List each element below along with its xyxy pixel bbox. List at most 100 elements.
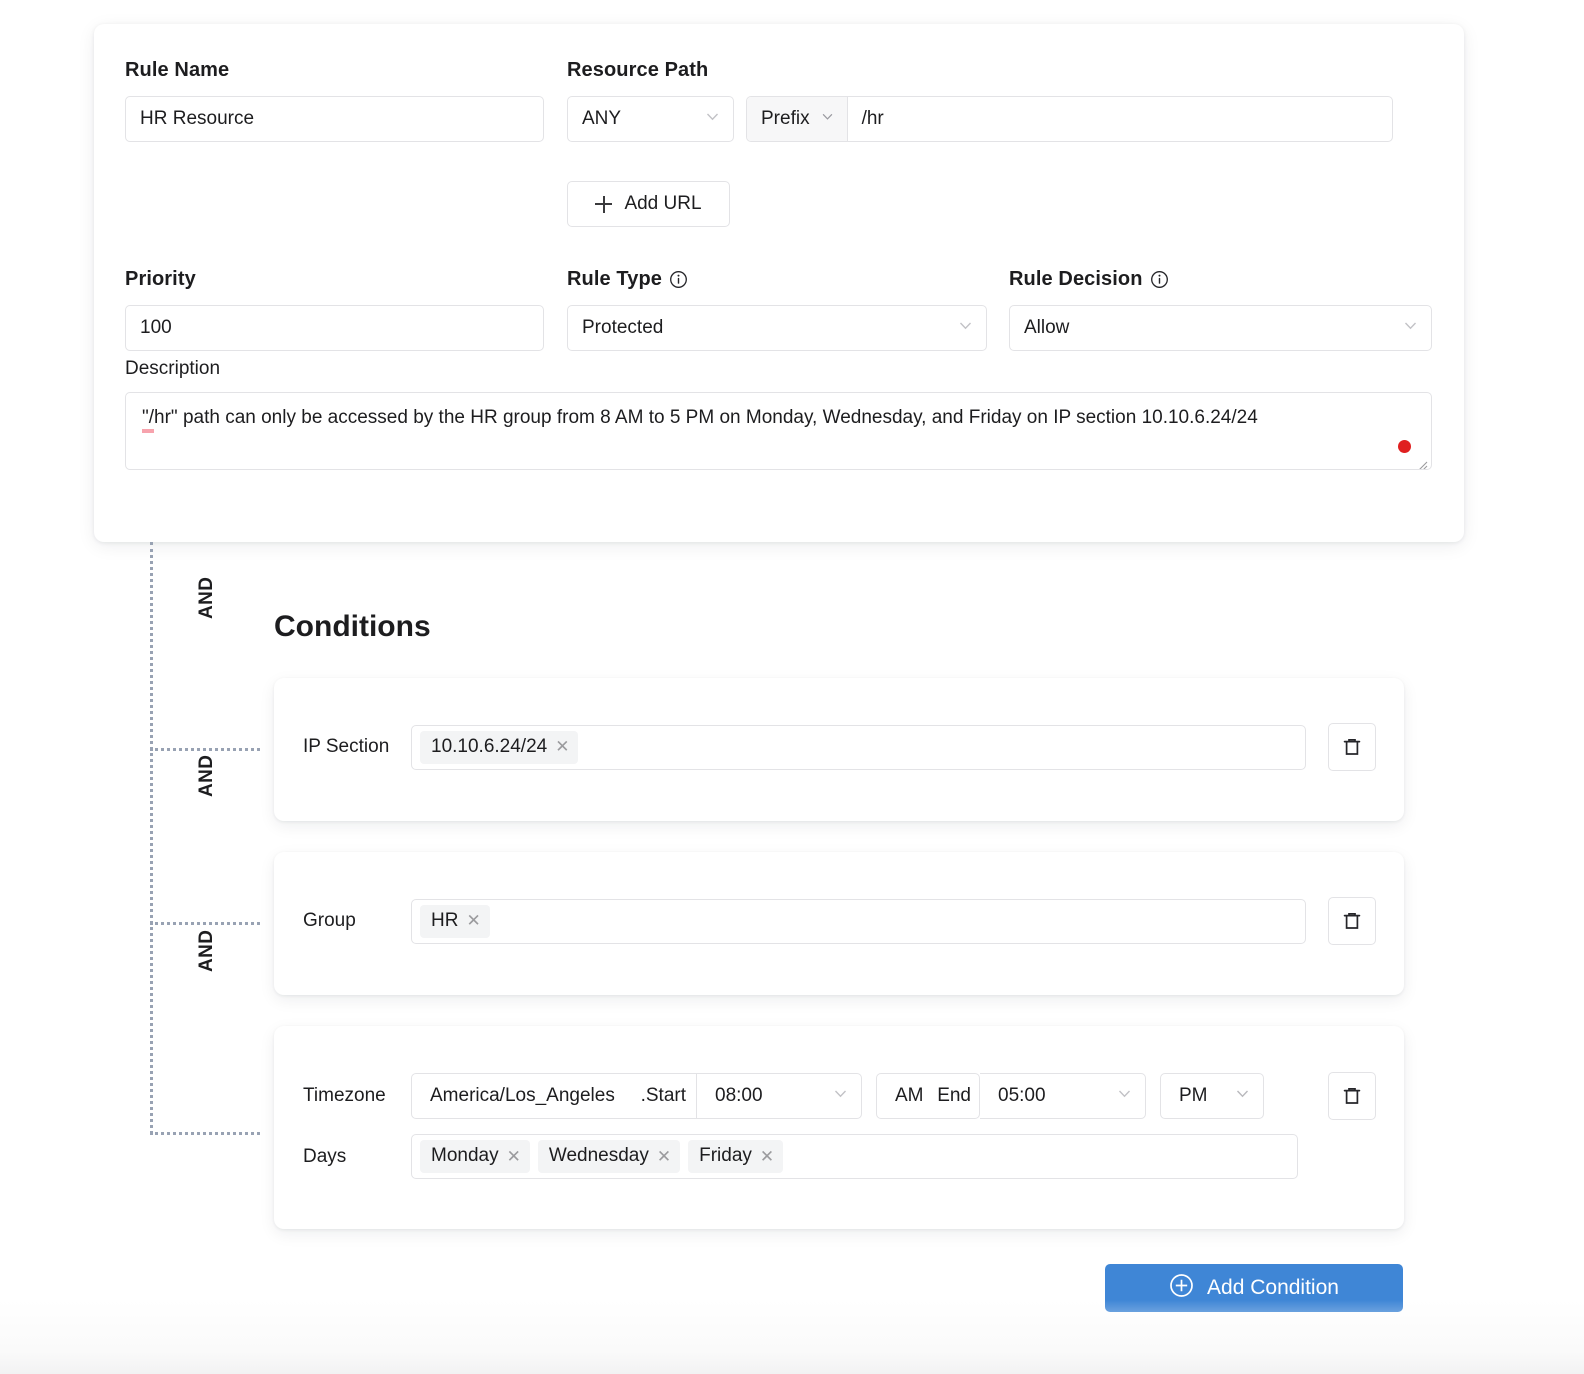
condition-connector-line bbox=[150, 542, 153, 1134]
path-value-text: /hr bbox=[861, 108, 884, 129]
condition-connector-branch bbox=[150, 1132, 260, 1135]
info-icon[interactable] bbox=[669, 270, 688, 289]
rule-name-label: Rule Name bbox=[125, 58, 229, 82]
condition-label-timezone: Timezone bbox=[303, 1085, 386, 1106]
remove-tag-icon[interactable]: ✕ bbox=[657, 1148, 671, 1165]
rule-editor-page: Rule Name HR Resource Resource Path ANY … bbox=[0, 0, 1584, 1374]
tag-label: 10.10.6.24/24 bbox=[431, 735, 548, 757]
end-time-value: 05:00 bbox=[998, 1085, 1046, 1106]
tag-label: HR bbox=[431, 909, 459, 931]
plus-icon bbox=[595, 195, 613, 213]
remove-tag-icon[interactable]: ✕ bbox=[466, 912, 480, 929]
chevron-down-icon bbox=[1402, 317, 1419, 340]
chevron-down-icon bbox=[704, 108, 721, 131]
delete-condition-button[interactable] bbox=[1328, 897, 1376, 945]
tag-day[interactable]: Monday ✕ bbox=[420, 1140, 530, 1173]
add-url-button[interactable]: Add URL bbox=[567, 181, 730, 227]
conditions-heading: Conditions bbox=[274, 610, 431, 643]
tag-ip-section[interactable]: 10.10.6.24/24 ✕ bbox=[420, 730, 579, 764]
rule-decision-label-text: Rule Decision bbox=[1009, 268, 1143, 290]
condition-label-days: Days bbox=[303, 1145, 347, 1167]
path-match-kind-value: Prefix bbox=[761, 108, 810, 129]
rule-name-value: HR Resource bbox=[140, 108, 255, 129]
chevron-down-icon bbox=[832, 1085, 849, 1108]
tag-label: Monday bbox=[431, 1145, 499, 1166]
rule-type-value: Protected bbox=[582, 317, 664, 338]
and-operator-label: AND bbox=[196, 576, 217, 619]
rule-name-input[interactable]: HR Resource bbox=[125, 96, 544, 142]
info-icon[interactable] bbox=[1150, 270, 1169, 289]
description-spellcheck-fragment: "/ bbox=[142, 407, 155, 433]
rule-decision-value: Allow bbox=[1024, 317, 1070, 338]
rule-type-label-text: Rule Type bbox=[567, 268, 662, 290]
priority-label-text: Priority bbox=[125, 268, 196, 290]
condition-connector-branch bbox=[150, 748, 260, 751]
resize-grip-icon[interactable] bbox=[1414, 453, 1428, 469]
trash-icon bbox=[1343, 913, 1361, 929]
end-time-select[interactable]: 05:00 bbox=[980, 1073, 1146, 1119]
and-operator-label: AND bbox=[196, 929, 217, 972]
priority-value: 100 bbox=[140, 317, 172, 338]
add-condition-button[interactable]: Add Condition bbox=[1105, 1264, 1403, 1312]
priority-label: Priority bbox=[125, 267, 196, 291]
description-textarea[interactable]: "/hr" path can only be accessed by the H… bbox=[125, 392, 1432, 470]
http-method-select[interactable]: ANY bbox=[567, 96, 734, 142]
chevron-down-icon bbox=[957, 317, 974, 340]
add-condition-label: Add Condition bbox=[1207, 1276, 1339, 1299]
condition-card-schedule: Timezone America/Los_Angeles .Start 08:0… bbox=[274, 1026, 1404, 1229]
delete-condition-button[interactable] bbox=[1328, 723, 1376, 771]
schedule-time-group: America/Los_Angeles .Start 08:00 AM End … bbox=[411, 1073, 1306, 1119]
tag-label: Friday bbox=[699, 1145, 752, 1166]
and-operator-label: AND bbox=[196, 754, 217, 797]
rule-decision-select[interactable]: Allow bbox=[1009, 305, 1432, 351]
status-dot-icon bbox=[1398, 440, 1411, 453]
days-tag-input[interactable]: Monday ✕ Wednesday ✕ Friday ✕ bbox=[411, 1134, 1298, 1179]
priority-input[interactable]: 100 bbox=[125, 305, 544, 351]
condition-connector-branch bbox=[150, 922, 260, 925]
condition-card-ip-section: IP Section 10.10.6.24/24 ✕ bbox=[274, 678, 1404, 821]
chevron-down-icon bbox=[950, 1085, 967, 1108]
description-label: Description bbox=[125, 358, 221, 379]
condition-card-group: Group HR ✕ bbox=[274, 852, 1404, 995]
chevron-down-icon bbox=[820, 108, 835, 130]
conditions-section: AND AND AND Conditions IP Section 10.10.… bbox=[0, 542, 1584, 1332]
start-label: .Start bbox=[640, 1085, 686, 1106]
start-time-value: 08:00 bbox=[715, 1085, 763, 1106]
rule-name-label-text: Rule Name bbox=[125, 59, 230, 81]
resource-path-group: ANY Prefix /hr bbox=[567, 96, 1393, 142]
resource-path-label: Resource Path bbox=[567, 58, 708, 82]
timezone-select[interactable]: America/Los_Angeles .Start bbox=[411, 1073, 696, 1119]
group-tag-input[interactable]: HR ✕ bbox=[411, 898, 1306, 944]
trash-icon bbox=[1343, 739, 1361, 755]
end-meridiem-select[interactable]: PM bbox=[1160, 1073, 1264, 1119]
remove-tag-icon[interactable]: ✕ bbox=[760, 1148, 774, 1165]
start-time-select[interactable]: 08:00 bbox=[696, 1073, 862, 1119]
chevron-down-icon bbox=[1116, 1085, 1133, 1108]
trash-icon bbox=[1343, 1088, 1361, 1104]
remove-tag-icon[interactable]: ✕ bbox=[555, 738, 569, 755]
rule-details-card: Rule Name HR Resource Resource Path ANY … bbox=[94, 24, 1464, 542]
description-text: hr" path can only be accessed by the HR … bbox=[154, 407, 1258, 428]
path-input-group: Prefix /hr bbox=[746, 96, 1393, 142]
delete-condition-button[interactable] bbox=[1328, 1072, 1376, 1120]
tag-day[interactable]: Friday ✕ bbox=[688, 1140, 784, 1173]
start-meridiem-select[interactable]: AM End bbox=[876, 1073, 980, 1119]
path-value-input[interactable]: /hr bbox=[848, 97, 1392, 141]
remove-tag-icon[interactable]: ✕ bbox=[507, 1148, 521, 1165]
timezone-value: America/Los_Angeles bbox=[430, 1085, 615, 1106]
rule-decision-label: Rule Decision bbox=[1009, 267, 1169, 291]
path-match-kind-select[interactable]: Prefix bbox=[747, 97, 848, 141]
start-meridiem-value: AM bbox=[895, 1085, 924, 1106]
chevron-down-icon bbox=[1234, 1085, 1251, 1108]
ip-section-tag-input[interactable]: 10.10.6.24/24 ✕ bbox=[411, 724, 1306, 770]
condition-label-group: Group bbox=[303, 910, 356, 931]
resource-path-label-text: Resource Path bbox=[567, 59, 709, 81]
tag-day[interactable]: Wednesday ✕ bbox=[537, 1140, 681, 1173]
rule-type-label: Rule Type bbox=[567, 267, 688, 291]
tag-group[interactable]: HR ✕ bbox=[420, 904, 490, 938]
add-url-label: Add URL bbox=[624, 193, 702, 214]
plus-circle-icon bbox=[1169, 1273, 1194, 1304]
condition-label-ip-section: IP Section bbox=[303, 736, 390, 757]
rule-type-select[interactable]: Protected bbox=[567, 305, 987, 351]
tag-label: Wednesday bbox=[548, 1145, 649, 1166]
